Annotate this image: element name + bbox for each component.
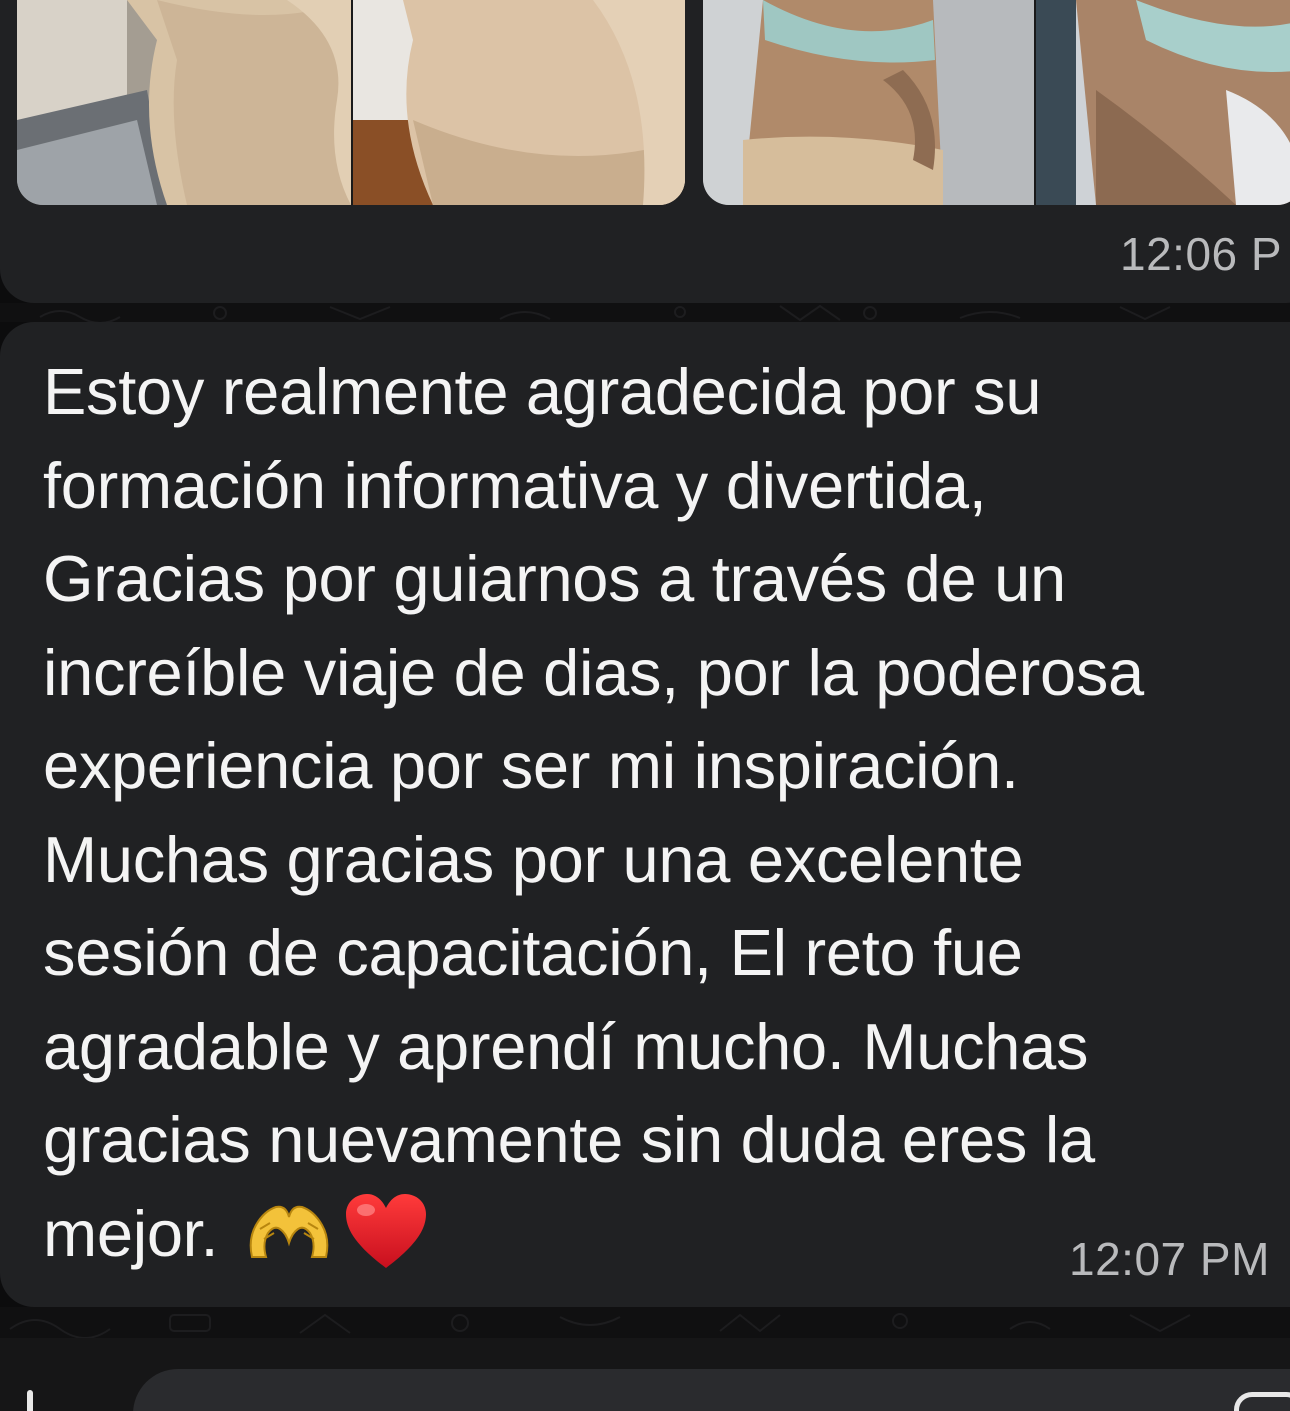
message-text: Estoy realmente agradecida por su formac… bbox=[43, 355, 1144, 1270]
photo-3[interactable] bbox=[703, 0, 1034, 205]
red-heart-emoji bbox=[344, 1192, 428, 1275]
message-timestamp: 12:07 PM bbox=[1069, 1233, 1270, 1285]
photo-album-left[interactable] bbox=[17, 0, 685, 205]
message-input[interactable] bbox=[133, 1369, 1290, 1411]
message-emojis bbox=[246, 1192, 428, 1275]
chat-screen: 12:06 P Estoy realmente agradecida por s… bbox=[0, 0, 1290, 1411]
chat-wallpaper bbox=[0, 303, 1290, 322]
photo-1[interactable] bbox=[17, 0, 351, 205]
message-timestamp: 12:06 P bbox=[1120, 228, 1283, 280]
heart-hands-emoji bbox=[246, 1199, 332, 1268]
photo-4[interactable] bbox=[1033, 0, 1290, 205]
photo-album-right[interactable] bbox=[703, 0, 1290, 205]
chat-wallpaper-bottom bbox=[0, 1307, 1290, 1338]
plus-icon[interactable] bbox=[27, 1390, 33, 1411]
sticker-icon[interactable] bbox=[1234, 1392, 1290, 1411]
photo-2[interactable] bbox=[351, 0, 685, 205]
